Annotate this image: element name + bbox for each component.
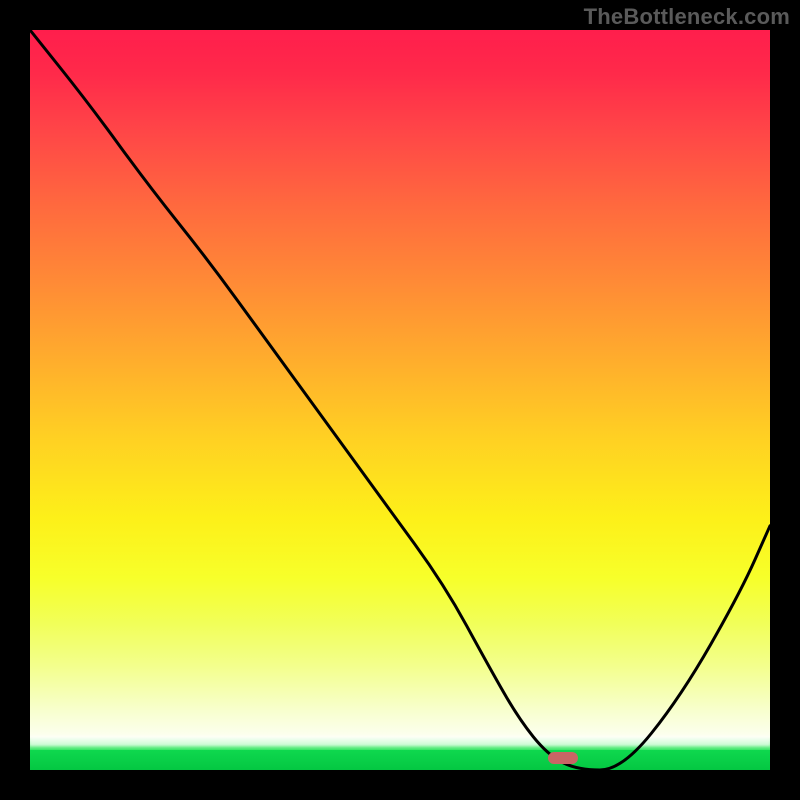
plot-area <box>30 30 770 770</box>
watermark-text: TheBottleneck.com <box>584 4 790 30</box>
chart-frame: TheBottleneck.com <box>0 0 800 800</box>
curve-path <box>30 30 770 770</box>
optimum-marker <box>548 752 578 764</box>
bottleneck-curve <box>30 30 770 770</box>
